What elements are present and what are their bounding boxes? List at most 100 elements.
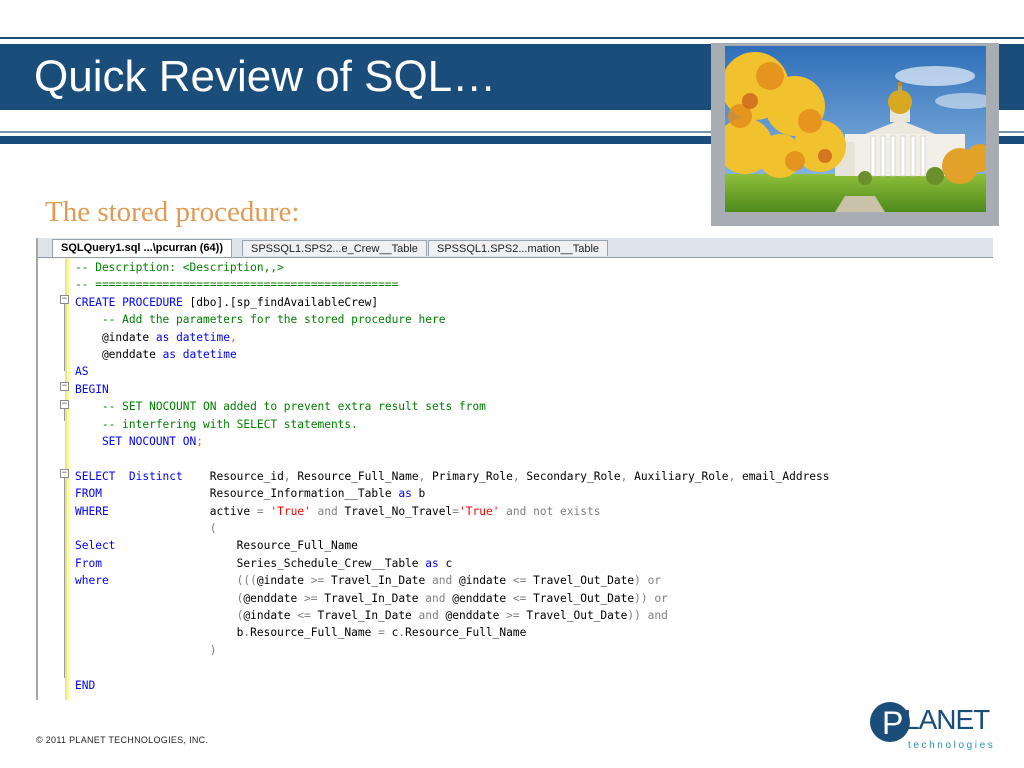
code-line[interactable]: FROM Resource_Information__Table as b [75,485,425,502]
code-token: b [411,487,426,501]
code-token: )) and [627,609,668,622]
code-token: = [378,626,385,640]
code-token: as [398,487,412,501]
code-token: END [75,678,96,692]
code-token: = [452,504,460,518]
code-token: Resource_id [182,469,284,483]
code-token: -- interfering with SELECT statements. [75,417,358,431]
code-token: b [75,626,244,640]
tab-crew-table[interactable]: SPSSQL1.SPS2...e_Crew__Table [242,240,427,256]
slide-title: Quick Review of SQL… [34,52,497,101]
code-token: datetime [176,330,230,344]
code-line[interactable]: @indate as datetime, [75,329,237,346]
tab-sqlquery1[interactable]: SQLQuery1.sql ...\pcurran (64)) [52,239,232,257]
code-token: @indate [75,330,156,344]
fold-toggle-create[interactable]: − [60,295,69,304]
fold-toggle-select[interactable]: − [60,469,69,478]
code-line[interactable]: (@indate <= Travel_In_Date and @enddate … [75,607,668,624]
code-line[interactable]: WHERE active = 'True' and Travel_No_Trav… [75,503,600,520]
code-token: -- Description: <Description,,> [75,261,284,274]
code-token: Resource_Full_Name [405,626,527,640]
planet-logo-sub: technologies [908,740,996,751]
code-token: @enddate [438,609,507,622]
change-marker [65,258,67,700]
code-token: ; [196,435,203,448]
code-token: >= [310,574,325,588]
code-token: @indate [243,609,298,622]
code-token: Travel_In_Date [317,591,426,605]
fold-toggle-comment[interactable]: − [60,400,69,409]
code-token: , [512,469,520,483]
code-token: Travel_Out_Date [519,609,628,622]
code-token: -- Add the parameters for the stored pro… [75,313,446,327]
code-token: ( [75,609,244,622]
code-line[interactable]: Select Resource_Full_Name [75,537,358,554]
code-token: Travel_In_Date [324,574,433,588]
code-token: and [432,574,453,588]
code-line[interactable]: b.Resource_Full_Name = c.Resource_Full_N… [75,624,527,641]
code-line[interactable]: -- Description: <Description,,> [75,259,284,276]
code-line[interactable]: @enddate as datetime [75,346,237,363]
code-token: 'True' [459,504,500,518]
code-token: where [75,574,109,588]
code-line[interactable]: AS [75,363,88,380]
code-line[interactable]: SELECT Distinct Resource_id, Resource_Fu… [75,468,830,485]
code-token: Resource_Full_Name [115,539,358,553]
code-line[interactable]: (@enddate >= Travel_In_Date and @enddate… [75,590,668,607]
code-token: <= [512,574,527,588]
code-token: <= [512,591,527,605]
fold-line [64,409,65,421]
code-token: as [155,330,170,344]
planet-logo-word: LANET [904,704,990,735]
code-token: ) or [634,574,662,588]
tab-information-table[interactable]: SPSSQL1.SPS2...mation__Table [428,240,609,256]
code-line[interactable]: -- interfering with SELECT statements. [75,416,358,433]
code-token: Select [75,539,116,553]
code-token: -- SET NOCOUNT ON added to prevent extra… [75,400,486,414]
sql-editor[interactable]: SQLQuery1.sql ...\pcurran (64)) SPSSQL1.… [36,238,993,700]
top-rule [0,37,1024,39]
code-line[interactable]: From Series_Schedule_Crew__Table as c [75,555,452,572]
code-token: @indate [452,574,513,588]
code-token: as [162,348,177,361]
code-token: Secondary_Role [519,469,621,483]
code-line[interactable]: -- =====================================… [75,276,398,293]
code-line[interactable]: END [75,677,95,694]
code-token: Resource_Full_Name [290,469,419,483]
code-line[interactable]: SET NOCOUNT ON; [75,433,203,450]
code-token: Series_Schedule_Crew__Table [101,556,426,570]
code-token: Resource_Full_Name [250,626,379,640]
code-token: , [283,469,291,483]
code-token: ( [75,522,217,535]
code-token: SELECT Distinct [75,469,183,483]
code-token: @indate [256,574,311,588]
planet-logo-letter: P [882,705,903,741]
code-token: @enddate [243,591,305,605]
editor-tab-bar: SQLQuery1.sql ...\pcurran (64)) SPSSQL1.… [38,238,993,258]
planet-logo: P LANET technologies [868,698,1008,754]
code-line[interactable]: -- Add the parameters for the stored pro… [75,311,446,328]
code-token: and [310,504,345,518]
code-line[interactable]: BEGIN [75,381,109,398]
code-token: From [75,556,102,570]
code-token: BEGIN [75,382,109,396]
code-token: datetime [182,348,237,361]
fold-toggle-begin[interactable]: − [60,382,69,391]
code-line[interactable]: CREATE PROCEDURE [dbo].[sp_findAvailable… [75,294,378,311]
code-token: Resource_Information__Table [101,487,399,501]
slide-subtitle: The stored procedure: [45,196,300,228]
code-line[interactable]: ( [75,520,217,537]
code-token: and [418,609,439,622]
fold-line [64,304,65,371]
capitol-photo-frame [711,43,999,226]
code-line[interactable]: where (((@indate >= Travel_In_Date and @… [75,572,661,589]
code-token: Travel_No_Travel [344,504,453,518]
code-token: c [438,556,453,570]
code-token: <= [297,609,311,622]
code-token: ((( [108,574,257,588]
code-line[interactable]: ) [75,642,217,659]
code-token: -- =====================================… [75,278,399,292]
code-token: FROM [75,487,102,501]
code-line[interactable]: -- SET NOCOUNT ON added to prevent extra… [75,398,486,415]
